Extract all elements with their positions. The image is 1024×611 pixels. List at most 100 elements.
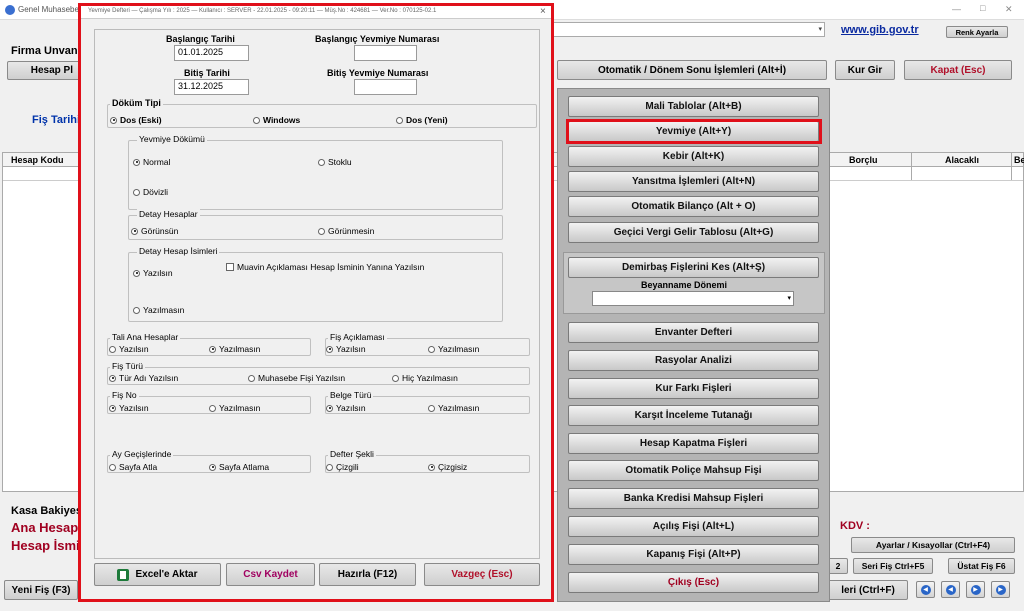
radio-dot bbox=[253, 116, 260, 124]
karsit-inceleme-button[interactable]: Karşıt İnceleme Tutanağı bbox=[568, 405, 819, 426]
cikis-button[interactable]: Çıkış (Esc) bbox=[568, 572, 819, 593]
detay-hesaplar-group: Detay Hesaplar bbox=[128, 209, 503, 240]
fis-aciklamasi-title: Fiş Açıklaması bbox=[328, 332, 387, 342]
aciklama-yazilsin-radio[interactable]: Yazılsın bbox=[326, 344, 366, 354]
yansitma-button[interactable]: Yansıtma İşlemleri (Alt+N) bbox=[568, 171, 819, 192]
gecici-vergi-button[interactable]: Geçici Vergi Gelir Tablosu (Alt+G) bbox=[568, 222, 819, 243]
belge-yazilmasin-radio[interactable]: Yazılmasın bbox=[428, 403, 479, 413]
hic-yazilmasin-radio[interactable]: Hiç Yazılmasın bbox=[392, 373, 458, 383]
radio-dot bbox=[109, 374, 116, 382]
close-window-button[interactable]: ✕ bbox=[1005, 4, 1013, 15]
header-hesap-kodu: Hesap Kodu bbox=[11, 155, 64, 165]
aciklama-yazilmasin-radio[interactable]: Yazılmasın bbox=[428, 344, 479, 354]
hesap-plani-button[interactable]: Hesap Pl bbox=[7, 61, 80, 80]
baslangic-tarihi-input[interactable]: 01.01.2025 bbox=[174, 45, 249, 61]
envanter-button[interactable]: Envanter Defteri bbox=[568, 322, 819, 343]
radio-dot bbox=[326, 463, 333, 471]
muavin-checkbox[interactable]: Muavin Açıklaması Hesap İsminin Yanına Y… bbox=[226, 262, 424, 272]
dokum-dos-yeni-radio[interactable]: Dos (Yeni) bbox=[396, 115, 448, 125]
tur-adi-radio[interactable]: Tür Adı Yazılsın bbox=[109, 373, 178, 383]
tali-yazilsin-radio[interactable]: Yazılsın bbox=[109, 344, 149, 354]
sayfa-atla-radio[interactable]: Sayfa Atla bbox=[109, 462, 157, 472]
rasyolar-button[interactable]: Rasyolar Analizi bbox=[568, 350, 819, 371]
otomatik-donem-button[interactable]: Otomatik / Dönem Sonu İşlemleri (Alt+İ) bbox=[557, 60, 827, 80]
cizgili-radio[interactable]: Çizgili bbox=[326, 462, 359, 472]
seri-fis-button[interactable]: Seri Fiş Ctrl+F5 bbox=[853, 558, 933, 574]
stoklu-radio[interactable]: Stoklu bbox=[318, 157, 352, 167]
muhasebe-fisi-radio[interactable]: Muhasebe Fişi Yazılsın bbox=[248, 373, 345, 383]
hazirla-button[interactable]: Hazırla (F12) bbox=[319, 563, 416, 586]
dokum-dos-eski-radio[interactable]: Dos (Eski) bbox=[110, 115, 162, 125]
renk-ayarla-button[interactable]: Renk Ayarla bbox=[946, 26, 1008, 38]
bitis-yevmiye-label: Bitiş Yevmiye Numarası bbox=[327, 68, 429, 78]
beyanname-label: Beyanname Dönemi bbox=[641, 280, 728, 290]
radio-dot bbox=[326, 404, 333, 412]
kapat-button[interactable]: Kapat (Esc) bbox=[904, 60, 1012, 80]
csv-kaydet-button[interactable]: Csv Kaydet bbox=[226, 563, 315, 586]
fis-no-yazilmasin-radio[interactable]: Yazılmasın bbox=[209, 403, 260, 413]
isim-yazilsin-radio[interactable]: Yazılsın bbox=[133, 268, 173, 278]
radio-dot bbox=[318, 158, 325, 166]
vazgec-button[interactable]: Vazgeç (Esc) bbox=[424, 563, 540, 586]
radio-dot bbox=[131, 227, 138, 235]
nav-first-button[interactable]: ◀ bbox=[916, 581, 935, 598]
normal-radio[interactable]: Normal bbox=[133, 157, 170, 167]
minimize-button[interactable]: — bbox=[952, 4, 961, 14]
tali-yazilmasin-radio[interactable]: Yazılmasın bbox=[209, 344, 260, 354]
beyanname-select[interactable]: ▾ bbox=[592, 291, 794, 306]
belge-yazilsin-radio[interactable]: Yazılsın bbox=[326, 403, 366, 413]
acilis-fisi-button[interactable]: Açılış Fişi (Alt+L) bbox=[568, 516, 819, 537]
cizgisiz-radio[interactable]: Çizgisiz bbox=[428, 462, 467, 472]
ustat-fis-button[interactable]: Üstat Fiş F6 bbox=[948, 558, 1015, 574]
baslangic-yevmiye-label: Başlangıç Yevmiye Numarası bbox=[315, 34, 440, 44]
gib-link[interactable]: www.gib.gov.tr bbox=[841, 24, 919, 36]
baslangic-yevmiye-input[interactable] bbox=[354, 45, 417, 61]
dokum-tipi-title: Döküm Tipi bbox=[110, 98, 163, 108]
otomatik-bilanco-button[interactable]: Otomatik Bilanço (Alt + O) bbox=[568, 196, 819, 217]
demirbas-button[interactable]: Demirbaş Fişlerini Kes (Alt+Ş) bbox=[568, 257, 819, 278]
kebir-button[interactable]: Kebir (Alt+K) bbox=[568, 146, 819, 167]
yeni-fis-button[interactable]: Yeni Fiş (F3) bbox=[4, 580, 78, 600]
gorunsun-radio[interactable]: Görünsün bbox=[131, 226, 178, 236]
fis-no-yazilsin-radio[interactable]: Yazılsın bbox=[109, 403, 149, 413]
ayarlar-button[interactable]: Ayarlar / Kısayollar (Ctrl+F4) bbox=[851, 537, 1015, 553]
yevmiye-dokumu-title: Yevmiye Dökümü bbox=[137, 134, 207, 144]
top-combobox[interactable]: ▾ bbox=[552, 22, 825, 37]
radio-dot bbox=[428, 345, 435, 353]
kdv-label: KDV : bbox=[840, 520, 870, 532]
radio-dot bbox=[248, 374, 255, 382]
sayfa-atlama-radio[interactable]: Sayfa Atlama bbox=[209, 462, 269, 472]
kur-farki-button[interactable]: Kur Farkı Fişleri bbox=[568, 378, 819, 399]
bitis-yevmiye-input[interactable] bbox=[354, 79, 417, 95]
app-icon bbox=[5, 5, 15, 15]
partial-button[interactable]: 2 bbox=[828, 558, 848, 574]
nav-prev-button[interactable]: ◀ bbox=[941, 581, 960, 598]
first-icon: ◀ bbox=[920, 584, 931, 595]
maximize-button[interactable]: □ bbox=[980, 3, 985, 13]
kur-gir-button[interactable]: Kur Gir bbox=[835, 60, 895, 80]
nav-last-button[interactable]: ▶ bbox=[991, 581, 1010, 598]
radio-dot bbox=[209, 345, 216, 353]
ctrl-f-button[interactable]: leri (Ctrl+F) bbox=[828, 580, 908, 600]
kapanis-fisi-button[interactable]: Kapanış Fişi (Alt+P) bbox=[568, 544, 819, 565]
banka-kredisi-button[interactable]: Banka Kredisi Mahsup Fişleri bbox=[568, 488, 819, 509]
gorunmesin-radio[interactable]: Görünmesin bbox=[318, 226, 374, 236]
bitis-tarihi-label: Bitiş Tarihi bbox=[184, 68, 230, 78]
hesap-ismi-label: Hesap İsmi bbox=[11, 538, 80, 553]
police-mahsup-button[interactable]: Otomatik Poliçe Mahsup Fişi bbox=[568, 460, 819, 481]
excel-aktar-button[interactable]: Excel'e Aktar bbox=[94, 563, 221, 586]
mali-tablolar-button[interactable]: Mali Tablolar (Alt+B) bbox=[568, 96, 819, 117]
dovizli-radio[interactable]: Dövizli bbox=[133, 187, 168, 197]
isim-yazilmasin-radio[interactable]: Yazılmasın bbox=[133, 305, 184, 315]
kasa-bakiyesi-label: Kasa Bakiyes bbox=[11, 505, 82, 517]
hesap-kapatma-button[interactable]: Hesap Kapatma Fişleri bbox=[568, 433, 819, 454]
bitis-tarihi-input[interactable]: 31.12.2025 bbox=[174, 79, 249, 95]
dokum-windows-radio[interactable]: Windows bbox=[253, 115, 300, 125]
fis-tarihi-label: Fiş Tarihi bbox=[32, 114, 81, 126]
excel-icon bbox=[117, 568, 130, 581]
detay-hesaplar-title: Detay Hesaplar bbox=[137, 209, 200, 219]
nav-next-button[interactable]: ▶ bbox=[966, 581, 985, 598]
radio-dot bbox=[318, 227, 325, 235]
radio-dot bbox=[209, 463, 216, 471]
next-icon: ▶ bbox=[970, 584, 981, 595]
